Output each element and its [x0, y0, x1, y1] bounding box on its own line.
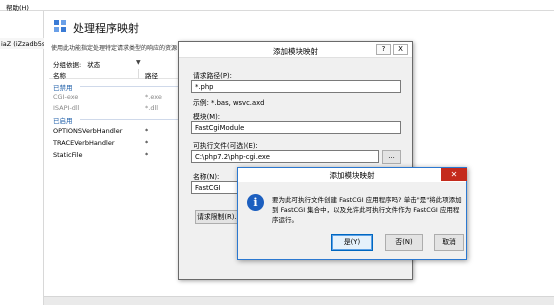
list-item-path: *	[145, 139, 149, 147]
connections-tree	[0, 11, 44, 305]
tree-node-label[interactable]: iaZ (iZzadb5s	[1, 40, 45, 48]
request-restrictions-button[interactable]: 请求限制(R)...	[195, 210, 243, 224]
yes-button[interactable]: 是(Y)	[331, 234, 373, 251]
chevron-down-icon[interactable]: ▼	[136, 59, 141, 66]
list-item-path: *.dll	[145, 104, 159, 112]
request-path-input[interactable]: *.php	[191, 80, 401, 93]
close-icon[interactable]: ✕	[441, 168, 467, 181]
dialog-title-bar[interactable]: 添加模块映射 ? X	[179, 42, 412, 58]
help-button[interactable]: ?	[376, 44, 391, 55]
dialog-message: 要为此可执行文件创建 FastCGI 应用程序吗? 单击"是"将此项添加到 Fa…	[272, 196, 462, 224]
executable-label: 可执行文件(可选)(E):	[193, 142, 258, 150]
list-item-name[interactable]: OPTIONSVerbHandler	[53, 127, 122, 135]
list-item-path: *.exe	[145, 93, 162, 101]
column-header-path[interactable]: 路径	[145, 70, 158, 80]
group-header-disabled: 已禁用	[53, 84, 73, 92]
module-label: 模块(M):	[193, 113, 221, 121]
page-description: 使用此功能指定处理特定请求类型的响应的资源	[51, 45, 178, 52]
request-path-example: 示例: *.bas, wsvc.axd	[193, 99, 265, 107]
column-header-name[interactable]: 名称	[53, 70, 66, 80]
group-by-control[interactable]: 分组依据: 状态	[53, 59, 100, 69]
menu-bar: 帮助(H)	[0, 0, 554, 12]
list-item-path: *	[145, 127, 149, 135]
module-input[interactable]: FastCgiModule	[191, 121, 401, 134]
column-divider[interactable]	[138, 69, 139, 79]
list-item-name[interactable]: CGI-exe	[53, 93, 78, 101]
list-item-name[interactable]: StaticFile	[53, 151, 82, 159]
close-button[interactable]: X	[393, 44, 408, 55]
handler-mappings-icon	[54, 20, 66, 32]
no-button[interactable]: 否(N)	[385, 234, 423, 251]
group-divider	[80, 119, 185, 120]
confirm-fastcgi-dialog: 添加模块映射 ✕ i 要为此可执行文件创建 FastCGI 应用程序吗? 单击"…	[237, 167, 467, 260]
group-header-enabled: 已启用	[53, 117, 73, 125]
group-by-label: 分组依据:	[53, 61, 82, 69]
list-item-path: *	[145, 151, 149, 159]
page-title: 处理程序映射	[73, 22, 139, 35]
dialog-title-bar[interactable]: 添加模块映射 ✕	[238, 168, 467, 182]
executable-input[interactable]: C:\php7.2\php-cgi.exe	[191, 150, 379, 163]
request-path-label: 请求路径(P):	[193, 72, 232, 80]
info-icon: i	[247, 194, 264, 211]
name-input[interactable]: FastCGI	[191, 181, 241, 194]
dialog-title: 添加模块映射	[329, 171, 375, 180]
cancel-button[interactable]: 取消	[434, 234, 464, 251]
browse-button[interactable]: ...	[382, 150, 401, 164]
list-item-name[interactable]: TRACEVerbHandler	[53, 139, 115, 147]
name-label: 名称(N):	[193, 173, 220, 181]
list-header: 名称 路径	[49, 69, 189, 80]
group-divider	[80, 86, 185, 87]
list-item-name[interactable]: ISAPI-dll	[53, 104, 80, 112]
status-bar	[44, 296, 554, 305]
group-by-value[interactable]: 状态	[87, 61, 100, 69]
